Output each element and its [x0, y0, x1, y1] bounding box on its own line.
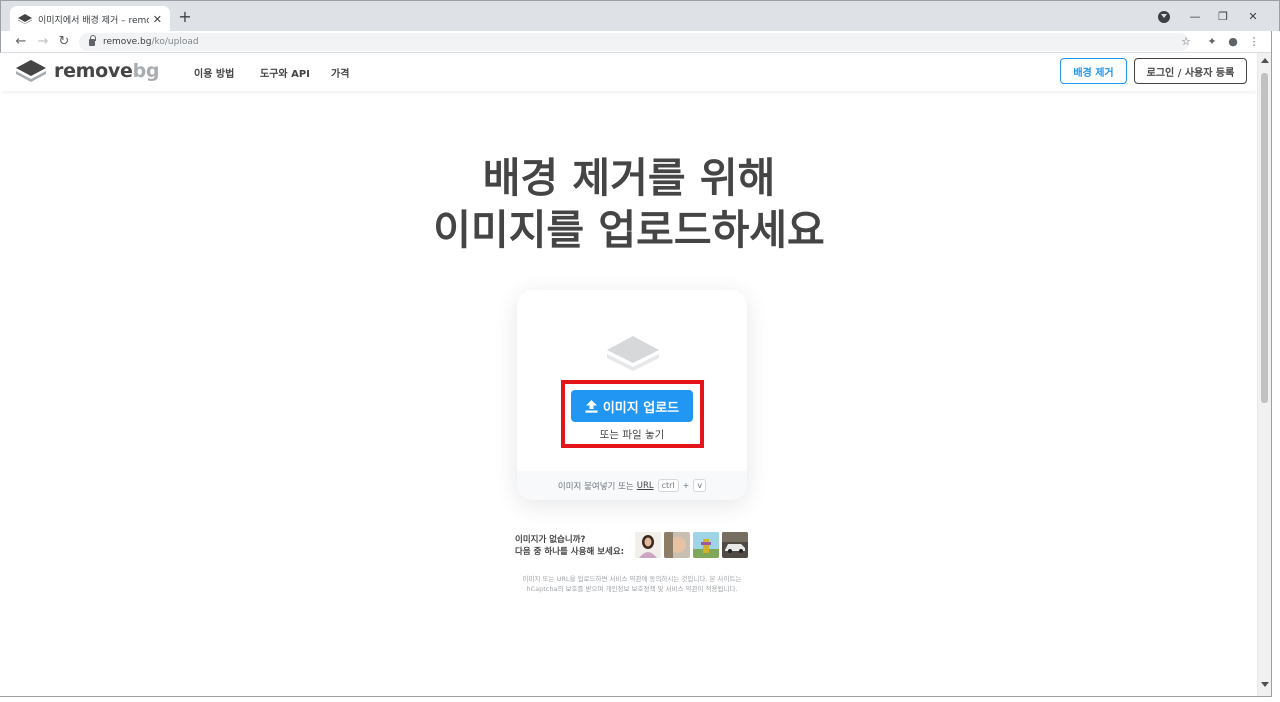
- samples-line1: 이미지가 없습니까?: [515, 535, 586, 545]
- site-header: removebg 이용 방법 도구와 API 가격 배경 제거 로그인 / 사용…: [1, 53, 1257, 91]
- paste-hint: 이미지 붙여넣기 또는 URL ctrl + v: [517, 471, 747, 500]
- sample-thumb-woman[interactable]: [635, 532, 661, 558]
- page: removebg 이용 방법 도구와 API 가격 배경 제거 로그인 / 사용…: [1, 53, 1257, 696]
- sample-thumb-hydrant[interactable]: [693, 532, 719, 558]
- nav-pricing[interactable]: 가격: [331, 65, 349, 80]
- key-ctrl: ctrl: [657, 479, 679, 492]
- key-v: v: [693, 479, 707, 492]
- remove-background-button[interactable]: 배경 제거: [1060, 58, 1127, 84]
- layers-icon: [607, 336, 659, 371]
- sample-thumb-car[interactable]: [722, 532, 748, 558]
- reload-icon[interactable]: ↻: [55, 33, 73, 51]
- removebg-logo-icon: [16, 60, 46, 82]
- hero-title-line2: 이미지를 업로드하세요: [433, 206, 825, 254]
- extensions-icon[interactable]: ✦: [1204, 34, 1220, 50]
- nav-tools-api[interactable]: 도구와 API: [260, 65, 310, 80]
- browser-menu-icon[interactable]: ⋮: [1246, 34, 1262, 50]
- site-logo[interactable]: removebg: [16, 60, 159, 82]
- scroll-up-icon[interactable]: [1261, 58, 1269, 63]
- logo-text-main: remove: [54, 60, 133, 82]
- legal-notice: 이미지 또는 URL을 업로드하면 서비스 약관에 동의하시는 것입니다. 본 …: [481, 574, 783, 594]
- login-signup-button[interactable]: 로그인 / 사용자 등록: [1134, 58, 1247, 84]
- browser-tab[interactable]: 이미지에서 배경 제거 – remove.bg ✕: [10, 6, 170, 32]
- address-bar[interactable]: remove.bg/ko/upload: [79, 33, 1189, 51]
- minimize-icon[interactable]: —: [1186, 8, 1204, 26]
- sample-images: 이미지가 없습니까? 다음 중 하나를 사용해 보세요:: [515, 532, 749, 562]
- url-path: /ko/upload: [151, 37, 199, 47]
- window-frame-bottom: [0, 696, 1272, 702]
- bookmark-star-icon[interactable]: ☆: [1178, 34, 1194, 50]
- scrollbar-thumb[interactable]: [1261, 73, 1268, 403]
- window-frame-right: [1271, 31, 1280, 702]
- url-host: remove.bg: [103, 37, 152, 47]
- new-tab-icon[interactable]: +: [176, 8, 194, 26]
- browser-toolbar: ← → ↻ remove.bg/ko/upload ☆ ✦ ● ⋮: [0, 31, 1280, 53]
- lock-icon: [89, 34, 96, 46]
- sample-thumb-baby[interactable]: [664, 532, 690, 558]
- restore-icon[interactable]: ❐: [1214, 8, 1232, 26]
- logo-text-accent: bg: [132, 60, 160, 82]
- paste-url-link[interactable]: URL: [637, 481, 654, 491]
- forward-icon[interactable]: →: [34, 33, 52, 51]
- hero-title-line1: 배경 제거를 위해: [482, 154, 776, 202]
- account-icon[interactable]: ●: [1225, 34, 1241, 50]
- samples-line2: 다음 중 하나를 사용해 보세요:: [515, 547, 625, 557]
- scroll-down-icon[interactable]: [1261, 682, 1269, 687]
- browser-tabstrip: 이미지에서 배경 제거 – remove.bg ✕ + — ❐ ✕: [0, 0, 1280, 32]
- page-scrollbar[interactable]: [1257, 53, 1271, 696]
- paste-hint-text: 이미지 붙여넣기 또는: [557, 481, 634, 492]
- legal-line1: 이미지 또는 URL을 업로드하면 서비스 약관에 동의하시는 것입니다. 본 …: [522, 575, 742, 583]
- window-close-icon[interactable]: ✕: [1244, 8, 1262, 26]
- profile-menu-icon[interactable]: [1158, 11, 1170, 23]
- legal-line2: hCaptcha의 보호를 받으며 개인정보 보호정책 및 서비스 약관이 적용…: [526, 585, 738, 593]
- highlight-box: [561, 380, 704, 448]
- tab-close-icon[interactable]: ✕: [153, 14, 162, 25]
- back-icon[interactable]: ←: [12, 33, 30, 51]
- tab-title: 이미지에서 배경 제거 – remove.bg: [38, 15, 149, 26]
- key-plus: +: [682, 481, 690, 490]
- removebg-favicon-icon: [18, 14, 32, 24]
- nav-how-it-works[interactable]: 이용 방법: [194, 65, 234, 80]
